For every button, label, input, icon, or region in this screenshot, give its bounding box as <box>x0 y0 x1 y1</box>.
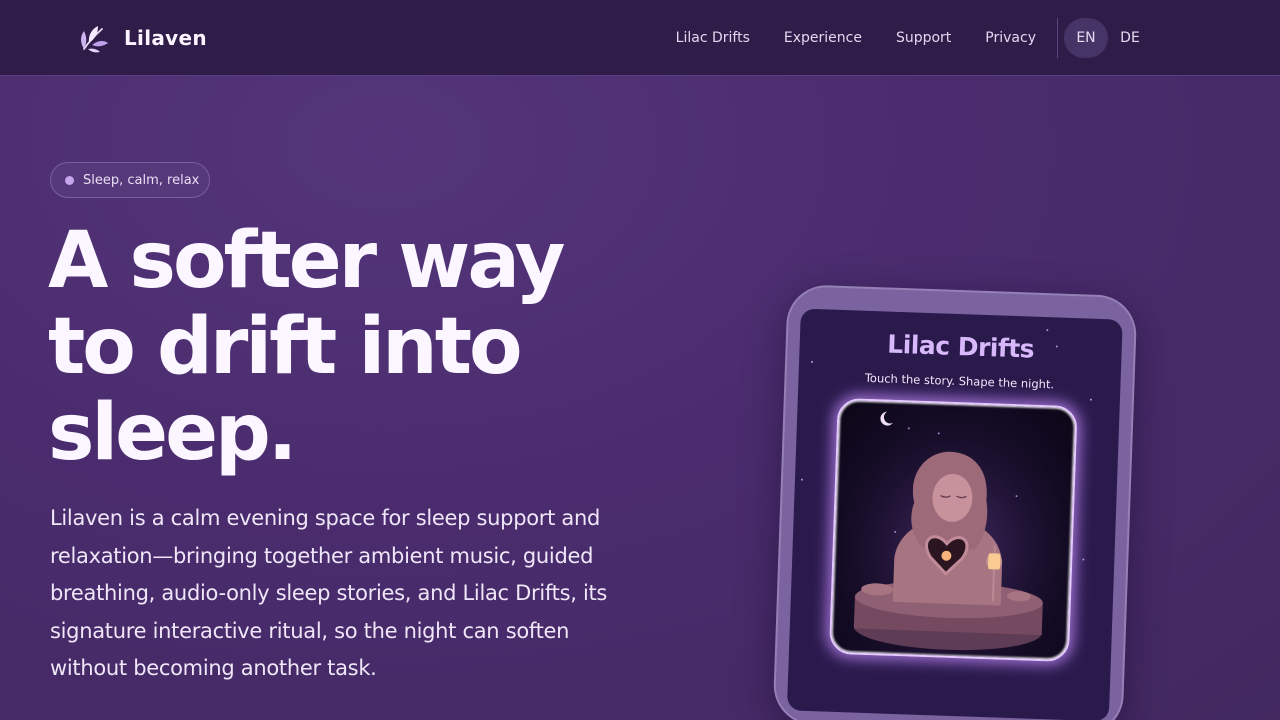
nav-link-lilac-drifts[interactable]: Lilac Drifts <box>676 30 750 46</box>
nav-link-privacy[interactable]: Privacy <box>985 30 1036 46</box>
headline-line-1: A softer way <box>48 216 565 306</box>
site-header: Lilaven Lilac Drifts Experience Support … <box>0 0 1280 76</box>
badge-text: Sleep, calm, relax <box>83 172 200 188</box>
language-en-button[interactable]: EN <box>1064 18 1108 58</box>
device-screen: Lilac Drifts Touch the story. Shape the … <box>786 308 1123 720</box>
main-nav: Lilac Drifts Experience Support Privacy … <box>659 18 1152 58</box>
star-icon <box>811 360 814 363</box>
nav-divider <box>1057 18 1058 58</box>
brand[interactable]: Lilaven <box>76 20 207 56</box>
nav-link-support[interactable]: Support <box>896 30 951 46</box>
headline-line-2: to drift into <box>48 302 523 392</box>
headline-line-3: sleep. <box>48 388 297 478</box>
star-icon <box>1046 329 1049 332</box>
language-de-button[interactable]: DE <box>1108 18 1152 58</box>
sleeping-woman-statue-illustration[interactable] <box>828 397 1078 663</box>
device-screen-title: Lilac Drifts <box>886 329 1035 364</box>
statue-artwork <box>830 399 1078 663</box>
star-icon <box>800 478 804 481</box>
device-mockup: Lilac Drifts Touch the story. Shape the … <box>772 284 1138 720</box>
nav-link-experience[interactable]: Experience <box>784 30 862 46</box>
badge-dot-icon <box>65 175 74 185</box>
leaf-sprig-icon <box>81 26 108 53</box>
hero-badge: Sleep, calm, relax <box>50 162 210 198</box>
hero-description: Lilaven is a calm evening space for slee… <box>50 506 608 680</box>
star-icon <box>1082 558 1085 561</box>
hero-headline: A softer way to drift into sleep. <box>48 218 688 476</box>
device-screen-subtitle: Touch the story. Shape the night. <box>864 370 1055 392</box>
star-icon <box>1089 398 1092 401</box>
brand-name: Lilaven <box>124 26 207 50</box>
